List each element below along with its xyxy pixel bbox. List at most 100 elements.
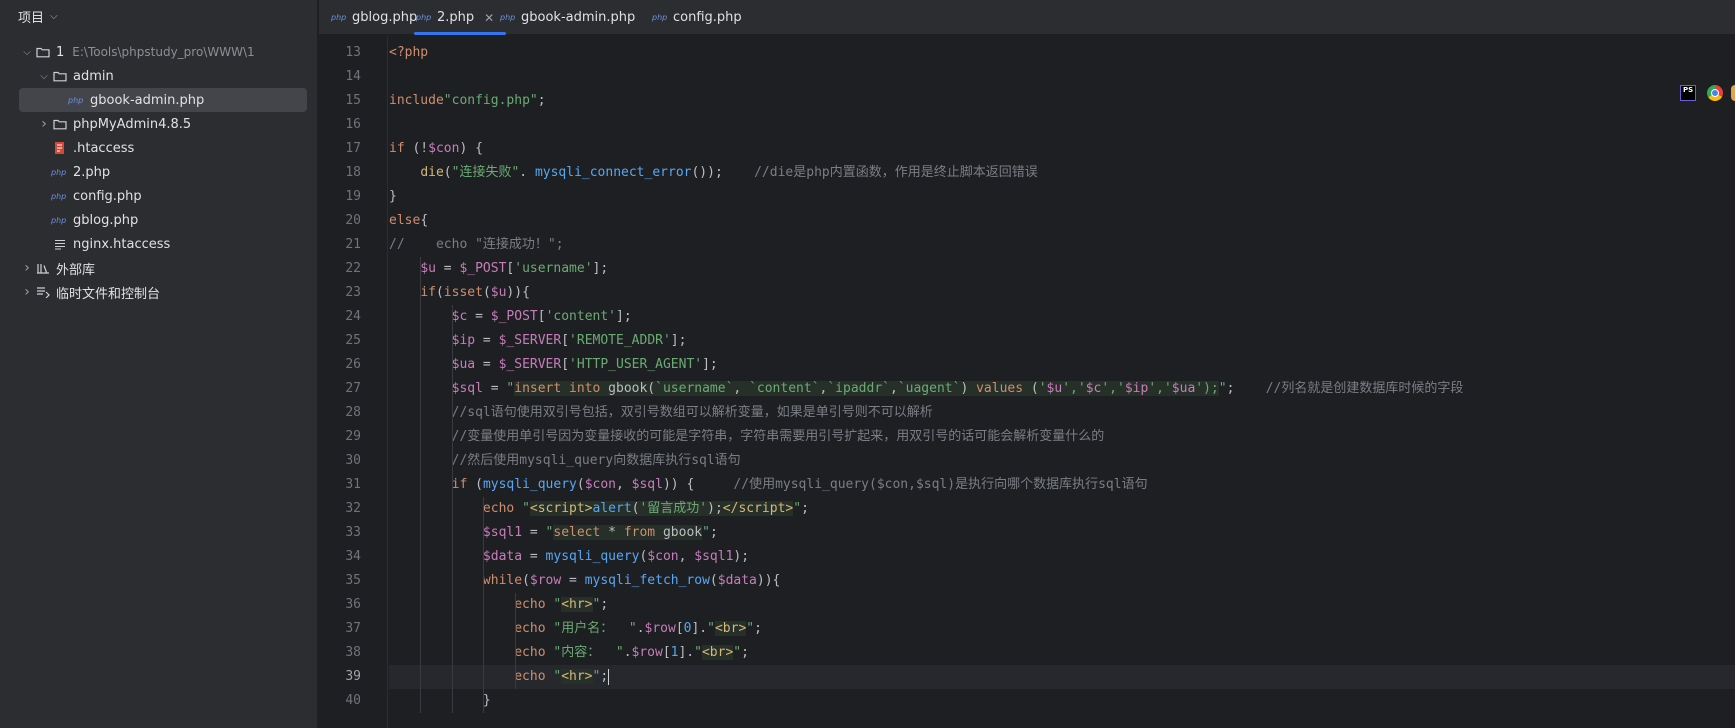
tree-item[interactable]: › phpMyAdmin4.8.5	[0, 112, 318, 136]
code-line[interactable]: if (!$con) {	[389, 137, 483, 161]
code-line[interactable]: // echo "连接成功！";	[389, 233, 564, 257]
code-line[interactable]: //sql语句使用双引号包括，双引号数组可以解析变量，如果是单引号则不可以解析	[389, 401, 933, 425]
line-number: 19	[345, 189, 361, 204]
code-line[interactable]: echo "用户名： ".$row[0]."<br>";	[389, 617, 762, 641]
line-number: 16	[345, 117, 361, 132]
php-file-icon: php	[331, 13, 347, 22]
code-line[interactable]: //变量使用单引号因为变量接收的可能是字符串，字符串需要用引号扩起来，用双引号的…	[389, 425, 1105, 449]
tree-item[interactable]: nginx.htaccess	[0, 232, 318, 256]
line-number-gutter: 13 14 15 16 17 18 19 20 21 22 23 24 25 26 27 28 29 30 31 32…	[319, 36, 388, 728]
tree-item[interactable]: php gblog.php	[0, 208, 318, 232]
indent-guide	[483, 497, 485, 713]
editor-tab[interactable]: php 2.php ✕	[414, 0, 507, 35]
line-number: 34	[345, 549, 361, 564]
line-number: 30	[345, 453, 361, 468]
chevron-right-icon[interactable]: ›	[37, 116, 51, 132]
code-line[interactable]: if(isset($u)){	[389, 281, 530, 305]
php-file-icon: php	[51, 167, 67, 177]
tree-item-label: admin	[73, 68, 114, 84]
tree-item[interactable]: › 外部库	[0, 256, 318, 280]
line-number: 32	[345, 501, 361, 516]
chevron-down-icon[interactable]: ⌵	[20, 47, 34, 58]
text-file-icon	[51, 237, 69, 251]
phpstorm-icon[interactable]: PS	[1680, 85, 1696, 101]
tree-item-label: 2.php	[73, 164, 111, 180]
editor-tab[interactable]: php config.php	[650, 0, 742, 35]
tree-item-label: .htaccess	[73, 140, 135, 156]
line-number: 31	[345, 477, 361, 492]
line-number: 38	[345, 645, 361, 660]
indent-guide	[420, 257, 422, 713]
editor-tab[interactable]: php gblog.php	[329, 0, 417, 35]
line-number: 28	[345, 405, 361, 420]
code-line[interactable]: $u = $_POST['username'];	[389, 257, 608, 281]
tree-item-path: E:\Tools\phpstudy_pro\WWW\1	[72, 45, 255, 59]
tree-item-label: 临时文件和控制台	[56, 286, 161, 302]
project-panel: 项目 ⌵ ⌵ 1 E:\Tools\phpstudy_pro\WWW\1 ⌵ admin…	[0, 0, 318, 728]
indent-guide	[514, 593, 516, 689]
php-file-icon: php	[51, 215, 67, 225]
php-file-icon: php	[500, 13, 516, 22]
code-line[interactable]: echo "<hr>";	[389, 665, 610, 689]
tree-item[interactable]: ⌵ 1 E:\Tools\phpstudy_pro\WWW\1	[0, 40, 318, 64]
tree-item[interactable]: php gbook-admin.php	[19, 88, 307, 112]
code-line[interactable]: include"config.php";	[389, 89, 546, 113]
editor-tab-label: gblog.php	[352, 10, 418, 25]
chrome-icon[interactable]	[1707, 85, 1723, 101]
code-line[interactable]: else{	[389, 209, 428, 233]
tree-item[interactable]: .htaccess	[0, 136, 318, 160]
tree-item[interactable]: › 临时文件和控制台	[0, 280, 318, 304]
close-icon[interactable]: ✕	[484, 11, 494, 25]
line-number: 21	[345, 237, 361, 252]
chevron-right-icon[interactable]: ›	[20, 284, 34, 300]
php-file-icon: php	[416, 13, 432, 22]
code-editor[interactable]: 13 14 15 16 17 18 19 20 21 22 23 24 25 26 27 28 29 30 31 32…	[319, 36, 1735, 728]
folder-icon	[34, 45, 52, 59]
chevron-down-icon[interactable]: ⌵	[37, 71, 51, 82]
line-number: 18	[345, 165, 361, 180]
chevron-right-icon[interactable]: ›	[20, 260, 34, 276]
editor-tab[interactable]: php gbook-admin.php	[498, 0, 635, 35]
project-panel-header[interactable]: 项目 ⌵	[0, 0, 317, 32]
code-line[interactable]: <?php	[389, 41, 428, 65]
code-line[interactable]: if (mysqli_query($con, $sql)) { //使用mysq…	[389, 473, 1148, 497]
code-line[interactable]: //然后使用mysqli_query向数据库执行sql语句	[389, 449, 741, 473]
line-number: 24	[345, 309, 361, 324]
code-line[interactable]: }	[389, 185, 397, 209]
code-line[interactable]: $c = $_POST['content'];	[389, 305, 632, 329]
tree-item[interactable]: php 2.php	[0, 160, 318, 184]
library-icon	[34, 261, 52, 275]
line-number: 23	[345, 285, 361, 300]
code-line[interactable]: }	[389, 689, 491, 713]
tree-item-label: gbook-admin.php	[90, 92, 205, 108]
tree-item[interactable]: php config.php	[0, 184, 318, 208]
line-number: 25	[345, 333, 361, 348]
code-line[interactable]: echo "<hr>";	[389, 593, 608, 617]
tree-item-label: nginx.htaccess	[73, 236, 171, 252]
browser-icon[interactable]	[1731, 85, 1735, 101]
line-number: 26	[345, 357, 361, 372]
code-line[interactable]: die("连接失败". mysqli_connect_error()); //d…	[389, 161, 1037, 185]
line-number: 29	[345, 429, 361, 444]
php-file-icon: php	[51, 191, 67, 201]
code-line[interactable]: $data = mysqli_query($con, $sql1);	[389, 545, 749, 569]
line-number: 15	[345, 93, 361, 108]
tree-item-label: 1	[56, 44, 65, 60]
code-line[interactable]: $sql = "insert into gbook(`username`, `c…	[389, 377, 1463, 401]
code-line[interactable]: while($row = mysqli_fetch_row($data)){	[389, 569, 780, 593]
line-number: 20	[345, 213, 361, 228]
line-number: 40	[345, 693, 361, 708]
line-number: 14	[345, 69, 361, 84]
code-line[interactable]: $sql1 = "select * from gbook";	[389, 521, 718, 545]
tree-item[interactable]: ⌵ admin	[0, 64, 318, 88]
folder-icon	[51, 117, 69, 131]
code-line[interactable]: $ua = $_SERVER['HTTP_USER_AGENT'];	[389, 353, 718, 377]
tree-item-label: gblog.php	[73, 212, 139, 228]
code-line[interactable]: echo "内容： ".$row[1]."<br>";	[389, 641, 749, 665]
tree-item-label: config.php	[73, 188, 142, 204]
code-line[interactable]: $ip = $_SERVER['REMOTE_ADDR'];	[389, 329, 687, 353]
line-number: 39	[345, 669, 361, 684]
line-number: 22	[345, 261, 361, 276]
chevron-down-icon[interactable]: ⌵	[50, 11, 58, 22]
project-tree: ⌵ 1 E:\Tools\phpstudy_pro\WWW\1 ⌵ admin php gb…	[0, 40, 318, 304]
